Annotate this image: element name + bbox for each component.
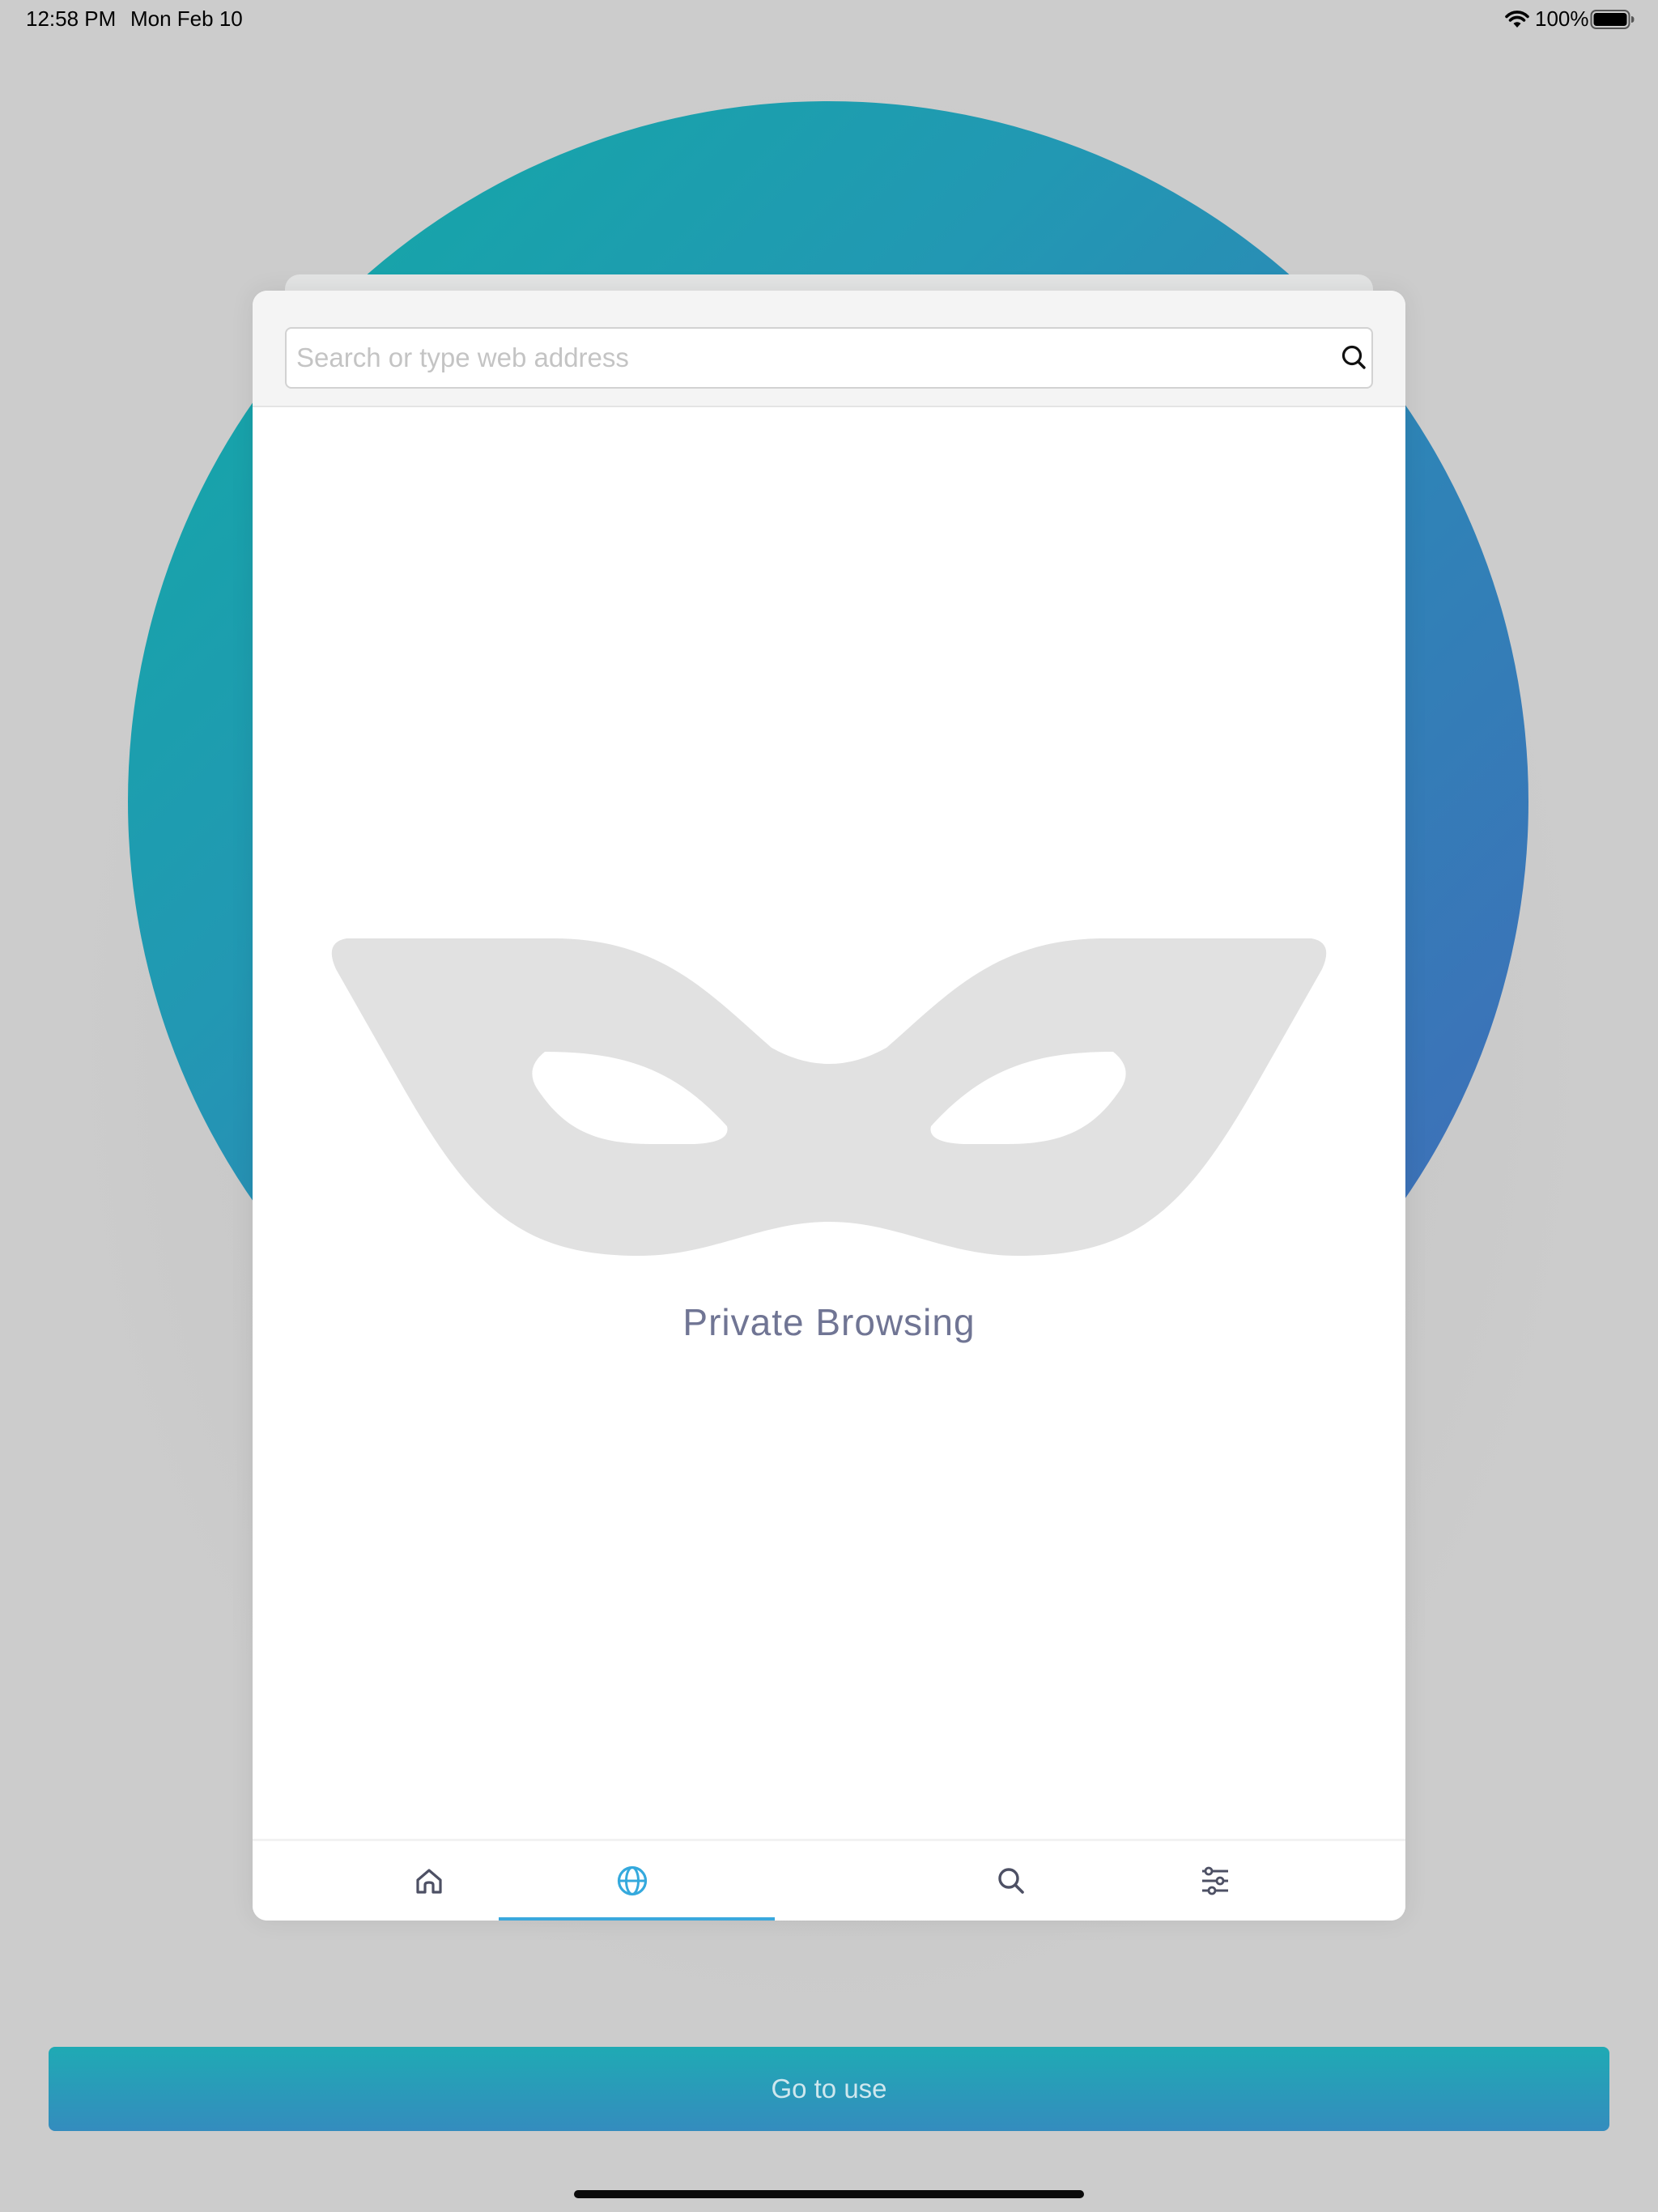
sliders-icon <box>1202 1866 1228 1895</box>
wifi-icon <box>1503 8 1531 29</box>
home-icon <box>416 1869 442 1894</box>
nav-settings-button[interactable] <box>1167 1841 1264 1921</box>
go-to-use-label: Go to use <box>771 2074 887 2104</box>
private-browsing-label: Private Browsing <box>682 1301 976 1343</box>
browser-bottom-nav <box>253 1839 1405 1921</box>
status-time: 12:58 PM <box>26 6 117 31</box>
active-tab-indicator <box>499 1917 775 1921</box>
go-to-use-button[interactable]: Go to use <box>49 2047 1609 2131</box>
search-input[interactable] <box>296 329 1308 387</box>
globe-icon <box>617 1865 648 1896</box>
battery-percent: 100% <box>1535 6 1589 31</box>
incognito-mask-icon <box>331 938 1327 1256</box>
status-date: Mon Feb 10 <box>130 6 243 31</box>
search-icon <box>998 1868 1024 1894</box>
battery-icon <box>1590 9 1635 30</box>
nav-search-button[interactable] <box>963 1841 1060 1921</box>
status-bar: 12:58 PM Mon Feb 10 100% <box>0 0 1658 39</box>
nav-home-button[interactable] <box>380 1841 478 1921</box>
nav-web-button[interactable] <box>584 1841 681 1921</box>
search-icon[interactable] <box>1339 342 1370 373</box>
browser-toolbar <box>253 291 1405 407</box>
browser-preview-card: Private Browsing <box>253 291 1405 1921</box>
search-box <box>285 327 1373 389</box>
home-indicator[interactable] <box>574 2190 1084 2198</box>
